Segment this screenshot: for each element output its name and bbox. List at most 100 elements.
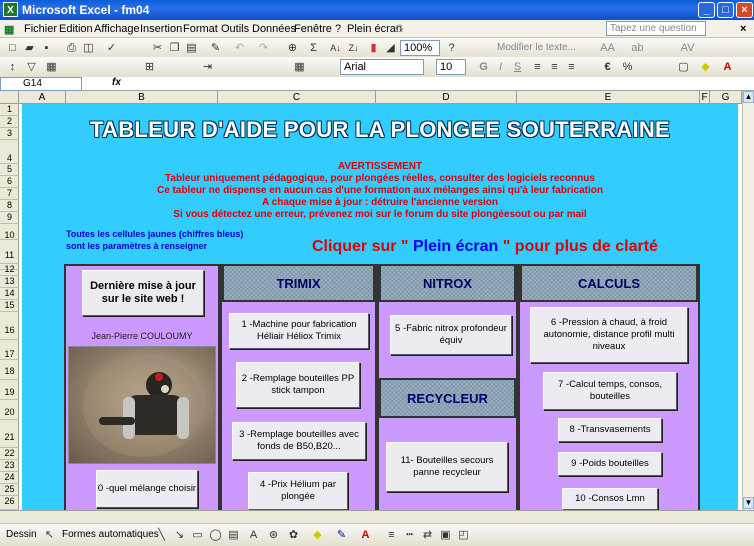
row-header[interactable]: 10	[0, 224, 19, 240]
row-header[interactable]: 21	[0, 420, 19, 448]
column-header[interactable]: G	[710, 91, 742, 104]
column-header[interactable]: F	[700, 91, 710, 104]
diagram-icon[interactable]: ⊛	[266, 528, 281, 542]
fill-color-icon[interactable]: ◆	[698, 60, 713, 74]
menu-insertion[interactable]: Insertion	[140, 23, 182, 35]
minimize-button[interactable]: _	[698, 2, 715, 18]
arrow-style-icon[interactable]: ⇄	[420, 528, 435, 542]
row-header[interactable]: 25	[0, 484, 19, 496]
fx-icon[interactable]: fx	[112, 77, 121, 88]
rectangle-icon[interactable]: ▭	[190, 528, 205, 542]
sort-icon[interactable]: ↕	[5, 60, 20, 74]
row-header[interactable]: 20	[0, 400, 19, 420]
menu-outils[interactable]: Outils	[221, 23, 249, 35]
row-header[interactable]: 17	[0, 340, 19, 360]
autoshapes-menu[interactable]: Formes automatiques	[62, 529, 159, 540]
menu-fichier[interactable]: Fichier	[24, 23, 57, 35]
menu-help[interactable]: ?	[335, 23, 341, 35]
helium-price-button[interactable]: 4 -Prix Hélium par plongée	[248, 472, 348, 510]
row-header[interactable]: 22	[0, 448, 19, 460]
preview-icon[interactable]: ◫	[81, 41, 96, 55]
row-header[interactable]: 6	[0, 176, 19, 188]
row-header[interactable]: 7	[0, 188, 19, 200]
open-icon[interactable]: ▰	[22, 41, 37, 55]
row-header[interactable]: 2	[0, 116, 19, 128]
pressure-button[interactable]: 6 -Pression à chaud, à froid autonomie, …	[530, 307, 688, 363]
menu-edition[interactable]: Edition	[59, 23, 93, 35]
select-all-corner[interactable]	[0, 91, 19, 104]
mix-choice-button[interactable]: 0 -quel mélange choisir	[96, 470, 198, 508]
print-icon[interactable]: ⎙	[64, 41, 79, 55]
vertical-scrollbar[interactable]: ▲ ▼	[742, 91, 754, 510]
hyperlink-icon[interactable]: ⊕	[285, 41, 300, 55]
time-consos-button[interactable]: 7 -Calcul temps, consos, bouteilles	[543, 372, 677, 410]
av-icon[interactable]: AV	[680, 41, 695, 55]
name-box[interactable]: G14	[0, 77, 82, 91]
menu-plein-ecran[interactable]: Plein écran	[347, 23, 402, 35]
save-icon[interactable]: ▪	[39, 41, 54, 55]
dessin-menu[interactable]: Dessin	[6, 529, 37, 540]
column-header[interactable]: E	[517, 91, 700, 104]
row-header[interactable]: 16	[0, 312, 19, 340]
select-arrow-icon[interactable]: ↖	[42, 528, 57, 542]
row-header[interactable]: 4	[0, 140, 19, 164]
grid-toggle-icon[interactable]: ▦	[292, 60, 307, 74]
consos-lmn-button[interactable]: 10 -Consos Lmn	[562, 488, 658, 510]
row-header[interactable]: 9	[0, 212, 19, 224]
line-color-icon[interactable]: ✎	[334, 528, 349, 542]
copy-icon[interactable]: ❐	[167, 41, 182, 55]
row-header[interactable]: 8	[0, 200, 19, 212]
menu-donnees[interactable]: Données	[252, 23, 296, 35]
line-icon[interactable]: ╲	[154, 528, 169, 542]
sort-asc-icon[interactable]: A↓	[328, 41, 343, 55]
align-left-icon[interactable]: ≡	[530, 60, 545, 74]
line-style-icon[interactable]: ≡	[384, 528, 399, 542]
column-header[interactable]: A	[19, 91, 66, 104]
arrow-icon[interactable]: ↘	[172, 528, 187, 542]
transfer-button[interactable]: 8 -Transvasements	[558, 418, 662, 442]
new-icon[interactable]: □	[5, 41, 20, 55]
spell-icon[interactable]: ✓	[104, 41, 119, 55]
font-color-icon[interactable]: A	[720, 60, 735, 74]
wordart-icon[interactable]: A	[246, 528, 261, 542]
drawing-icon[interactable]: ◢	[383, 41, 398, 55]
scroll-up-icon[interactable]: ▲	[743, 91, 754, 103]
row-header[interactable]: 11	[0, 240, 19, 264]
row-header[interactable]: 19	[0, 380, 19, 400]
row-header[interactable]: 24	[0, 472, 19, 484]
euro-icon[interactable]: €	[600, 60, 615, 74]
row-header[interactable]: 18	[0, 360, 19, 380]
text-color-icon[interactable]: A	[358, 528, 373, 542]
font-select[interactable]: Arial	[340, 59, 424, 75]
recycleur-bailout-button[interactable]: 11- Bouteilles secours panne recycleur	[386, 442, 508, 492]
aa-icon[interactable]: AA	[600, 41, 615, 55]
percent-icon[interactable]: %	[620, 60, 635, 74]
trimix-machine-button[interactable]: 1 -Machine pour fabrication Héliair Héli…	[229, 313, 369, 349]
dash-style-icon[interactable]: ┅	[402, 528, 417, 542]
row-header[interactable]: 13	[0, 276, 19, 288]
grid-icon[interactable]: G	[395, 23, 404, 35]
row-header[interactable]: 12	[0, 264, 19, 276]
bold-icon[interactable]: G	[476, 60, 491, 74]
italic-icon[interactable]: I	[493, 60, 508, 74]
row-header[interactable]: 3	[0, 128, 19, 140]
ab-icon[interactable]: ab	[630, 41, 645, 55]
refill-bottom-button[interactable]: 3 -Remplage bouteilles avec fonds de B50…	[232, 422, 366, 460]
align-right-icon[interactable]: ≡	[564, 60, 579, 74]
merge-icon[interactable]: ⊞	[142, 60, 157, 74]
maximize-button[interactable]: □	[717, 2, 734, 18]
menu-affichage[interactable]: Affichage	[94, 23, 140, 35]
help-icon[interactable]: ?	[444, 41, 459, 55]
column-header[interactable]: B	[66, 91, 218, 104]
undo-icon[interactable]: ↶	[232, 41, 247, 55]
modify-text-label[interactable]: Modifier le texte...	[497, 42, 576, 53]
filter-icon[interactable]: ▽	[24, 60, 39, 74]
clipart-icon[interactable]: ✿	[286, 528, 301, 542]
scroll-down-icon[interactable]: ▼	[743, 497, 754, 509]
menu-format[interactable]: Format	[183, 23, 218, 35]
zoom-select[interactable]: 100%	[400, 40, 440, 56]
row-header[interactable]: 23	[0, 460, 19, 472]
column-header[interactable]: C	[218, 91, 376, 104]
ask-question-input[interactable]: Tapez une question	[606, 21, 706, 36]
close-button[interactable]: ×	[736, 2, 753, 18]
